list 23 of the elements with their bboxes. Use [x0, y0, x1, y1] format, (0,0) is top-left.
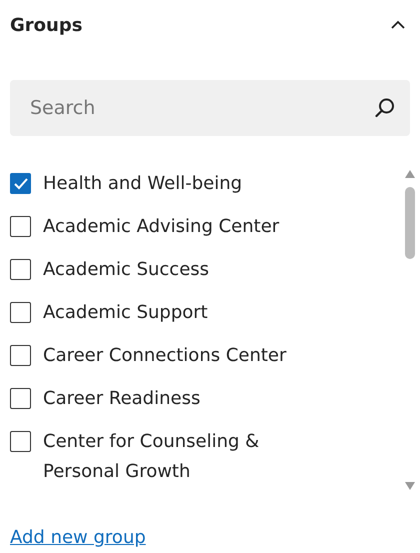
group-label: Academic Support — [43, 301, 208, 325]
scrollbar[interactable] — [402, 169, 418, 491]
checkbox[interactable] — [10, 259, 31, 280]
search-field[interactable]: Search — [10, 80, 410, 136]
group-label: Center for Counseling & Personal Growth — [43, 430, 260, 484]
checkbox[interactable] — [10, 302, 31, 323]
group-label: Health and Well-being — [43, 172, 242, 196]
group-label: Academic Advising Center — [43, 215, 280, 239]
group-label: Career Connections Center — [43, 344, 286, 368]
scroll-down-icon[interactable] — [404, 481, 416, 491]
group-label: Academic Success — [43, 258, 210, 282]
section-title: Groups — [10, 14, 82, 36]
checkbox[interactable] — [10, 173, 31, 194]
checkbox[interactable] — [10, 216, 31, 237]
add-group-link[interactable]: Add new group — [10, 525, 146, 551]
scroll-thumb[interactable] — [405, 187, 415, 259]
checkbox[interactable] — [10, 431, 31, 452]
checkbox[interactable] — [10, 388, 31, 409]
caret-icon — [390, 20, 406, 30]
scroll-up-icon[interactable] — [404, 169, 416, 179]
checkbox[interactable] — [10, 345, 31, 366]
group-label: Career Readiness — [43, 387, 200, 411]
search-icon — [374, 97, 396, 119]
